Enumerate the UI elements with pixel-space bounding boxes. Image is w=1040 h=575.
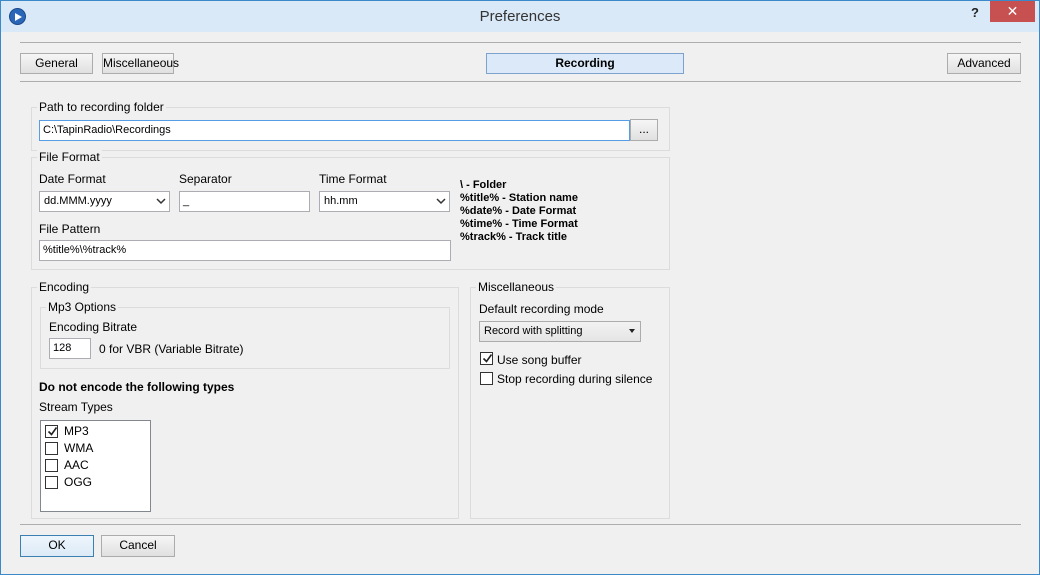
tab-recording[interactable]: Recording <box>486 53 684 74</box>
time-format-select[interactable]: hh.mm <box>319 191 450 212</box>
legend-line: %title% - Station name <box>460 192 578 204</box>
browse-button[interactable]: ... <box>630 119 658 141</box>
wma-checkbox[interactable] <box>45 442 58 455</box>
song-buffer-checkbox[interactable] <box>480 352 493 365</box>
time-format-label: Time Format <box>319 172 387 186</box>
separator-input[interactable]: _ <box>179 191 310 212</box>
recording-mode-label: Default recording mode <box>479 302 604 316</box>
stop-silence-label[interactable]: Stop recording during silence <box>497 372 652 386</box>
stream-type-label: OGG <box>64 475 93 489</box>
no-encode-heading: Do not encode the following types <box>39 380 235 394</box>
stream-type-label: AAC <box>64 458 89 472</box>
stream-types-list[interactable]: MP3 WMA AAC OGG <box>40 420 151 512</box>
tabs-divider <box>20 81 1021 82</box>
chevron-down-icon <box>156 198 166 205</box>
tab-miscellaneous[interactable]: Miscellaneous <box>102 53 179 74</box>
stream-type-label: MP3 <box>64 424 89 438</box>
tab-advanced[interactable]: Advanced <box>947 53 1021 74</box>
legend-line: \ - Folder <box>460 179 507 191</box>
mp3-options-label: Mp3 Options <box>46 300 119 314</box>
chevron-down-icon <box>436 198 446 205</box>
window-title: Preferences <box>479 8 561 25</box>
mp3-options-group <box>40 307 450 369</box>
bitrate-input[interactable]: 128 <box>49 338 91 359</box>
pattern-legend: \ - Folder %title% - Station name %date%… <box>460 179 578 244</box>
recording-mode-value: Record with splitting <box>484 325 583 337</box>
tab-general[interactable]: General <box>20 53 93 74</box>
mp3-checkbox[interactable] <box>45 425 58 438</box>
stream-type-aac[interactable]: AAC <box>41 457 150 474</box>
checkmark-icon <box>482 354 493 363</box>
checkmark-icon <box>47 427 58 436</box>
help-button[interactable]: ? <box>963 3 987 23</box>
misc-group-label: Miscellaneous <box>476 280 557 294</box>
ok-button[interactable]: OK <box>20 535 94 557</box>
top-divider <box>20 42 1021 43</box>
ogg-checkbox[interactable] <box>45 476 58 489</box>
footer-divider <box>20 524 1021 525</box>
song-buffer-label[interactable]: Use song buffer <box>497 353 582 367</box>
close-button[interactable]: ✕ <box>990 1 1035 22</box>
legend-line: %date% - Date Format <box>460 205 577 217</box>
legend-line: %time% - Time Format <box>460 218 578 230</box>
stream-type-label: WMA <box>64 441 94 455</box>
aac-checkbox[interactable] <box>45 459 58 472</box>
stream-type-mp3[interactable]: MP3 <box>41 423 150 440</box>
recording-path-input[interactable]: C:\TapinRadio\Recordings <box>39 120 630 141</box>
bitrate-hint: 0 for VBR (Variable Bitrate) <box>99 342 244 356</box>
file-format-group-label: File Format <box>37 150 102 164</box>
date-format-select[interactable]: dd.MMM.yyyy <box>39 191 170 212</box>
cancel-button[interactable]: Cancel <box>101 535 175 557</box>
date-format-value: dd.MMM.yyyy <box>44 195 112 207</box>
recording-mode-select[interactable]: Record with splitting <box>479 321 641 342</box>
date-format-label: Date Format <box>39 172 106 186</box>
encoding-bitrate-label: Encoding Bitrate <box>49 320 138 334</box>
encoding-group-label: Encoding <box>37 280 92 294</box>
file-pattern-input[interactable]: %title%\%track% <box>39 240 451 261</box>
preferences-window: Preferences ? ✕ General Miscellaneous Re… <box>0 0 1040 575</box>
stream-type-ogg[interactable]: OGG <box>41 474 150 491</box>
file-pattern-label: File Pattern <box>39 222 101 236</box>
caret-down-icon <box>629 329 635 333</box>
stream-type-wma[interactable]: WMA <box>41 440 150 457</box>
separator-label: Separator <box>179 172 232 186</box>
title-bar: Preferences ? ✕ <box>1 1 1039 32</box>
legend-line: %track% - Track title <box>460 231 567 243</box>
time-format-value: hh.mm <box>324 195 358 207</box>
path-group-label: Path to recording folder <box>37 100 166 114</box>
stop-silence-checkbox[interactable] <box>480 372 493 385</box>
stream-types-label: Stream Types <box>39 400 113 414</box>
